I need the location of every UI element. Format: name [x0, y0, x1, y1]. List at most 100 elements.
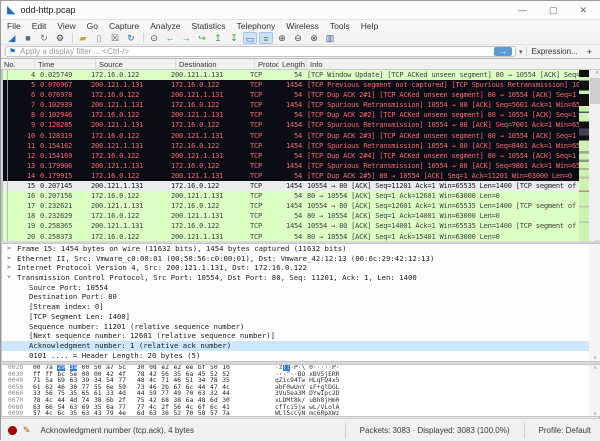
- expert-info-icon[interactable]: [8, 425, 17, 435]
- detail-line-4[interactable]: Source Port: 10554: [2, 283, 600, 293]
- hex-byte[interactable]: 70: [186, 410, 194, 416]
- zoom-reset-icon[interactable]: ⊗: [307, 32, 321, 44]
- go-last-icon[interactable]: ↧: [227, 32, 241, 44]
- menu-file[interactable]: File: [7, 21, 21, 31]
- zoom-out-icon[interactable]: ⊖: [291, 32, 305, 44]
- apply-filter-button[interactable]: →: [493, 47, 512, 56]
- hex-byte[interactable]: 74: [82, 397, 90, 404]
- hex-byte[interactable]: 58: [198, 410, 206, 416]
- hex-byte[interactable]: 57: [33, 410, 41, 416]
- menu-analyze[interactable]: Analyze: [150, 21, 180, 31]
- bookmark-icon[interactable]: ⚑: [9, 47, 16, 56]
- packet-row-11[interactable]: 11 0.154162 200.121.1.131 172.16.0.122 TCP 14…: [1, 140, 600, 151]
- packet-row-17[interactable]: 17 0.232621 200.121.1.131 172.16.0.122 TCP 14…: [1, 201, 600, 212]
- hex-byte[interactable]: 50: [210, 365, 218, 371]
- hex-byte[interactable]: 29: [57, 365, 65, 371]
- detail-line-11[interactable]: 0101 .... = Header Length: 20 bytes (5): [2, 351, 600, 361]
- menu-telephony[interactable]: Telephony: [237, 21, 276, 31]
- hex-byte[interactable]: bf: [198, 365, 206, 371]
- packet-row-7[interactable]: 7 0.102939 200.121.1.131 172.16.0.122 TCP 145…: [1, 100, 600, 111]
- detail-line-7[interactable]: [TCP Segment Len: 1400]: [2, 312, 600, 322]
- intelligent-scrollbar-minimap[interactable]: [579, 70, 589, 241]
- filter-dropdown-caret-icon[interactable]: ▾: [519, 48, 523, 56]
- hex-byte[interactable]: 00: [82, 365, 90, 371]
- hex-byte[interactable]: 7a: [45, 365, 53, 371]
- hex-byte[interactable]: 52: [173, 410, 181, 416]
- packet-row-12[interactable]: 12 0.154169 172.16.0.122 200.121.1.131 TCP 54…: [1, 150, 600, 161]
- hex-byte[interactable]: 68: [161, 397, 169, 404]
- save-file-icon[interactable]: ▯: [92, 32, 106, 44]
- menu-wireless[interactable]: Wireless: [286, 21, 319, 31]
- go-forward-icon[interactable]: →: [179, 32, 193, 44]
- hex-byte[interactable]: 50: [94, 365, 102, 371]
- hex-byte[interactable]: 08: [149, 365, 157, 371]
- packet-row-9[interactable]: 9 0.128285 200.121.1.131 172.16.0.122 TCP 145…: [1, 120, 600, 131]
- reload-file-icon[interactable]: ↻: [124, 32, 138, 44]
- menu-go[interactable]: Go: [87, 21, 98, 31]
- hex-byte[interactable]: 6a: [186, 397, 194, 404]
- hex-scroll-down-icon[interactable]: ˅: [593, 411, 597, 416]
- capture-options-icon[interactable]: ⚙: [53, 32, 67, 44]
- column-header-time[interactable]: Time: [35, 59, 96, 69]
- detail-line-10[interactable]: Acknowledgment number: 1 (relative ack n…: [2, 340, 600, 351]
- profile-status[interactable]: Profile: Default: [525, 423, 600, 438]
- hex-byte[interactable]: a7: [106, 365, 114, 371]
- detail-line-2[interactable]: > Internet Protocol Version 4, Src: 200.1…: [2, 263, 600, 273]
- go-first-icon[interactable]: ↥: [211, 32, 225, 44]
- detail-line-6[interactable]: [Stream index: 0]: [2, 302, 600, 312]
- hex-byte[interactable]: 78: [33, 397, 41, 404]
- hex-scroll-up-icon[interactable]: ˄: [593, 365, 597, 372]
- scrollbar-track[interactable]: ˄ ˅: [589, 70, 600, 241]
- open-file-icon[interactable]: ▰: [76, 32, 90, 44]
- detail-line-3[interactable]: ˅ Transmission Control Protocol, Src Port…: [2, 273, 600, 283]
- scroll-up-icon[interactable]: ˄: [595, 70, 599, 77]
- menu-capture[interactable]: Capture: [109, 21, 139, 31]
- hex-byte[interactable]: 38: [173, 397, 181, 404]
- hex-byte[interactable]: 36: [161, 410, 169, 416]
- packet-row-19[interactable]: 19 0.258365 200.121.1.131 172.16.0.122 TCP 14…: [1, 221, 600, 232]
- hex-byte[interactable]: 42: [149, 397, 157, 404]
- start-capture-icon[interactable]: ◢: [5, 32, 19, 44]
- expression-button[interactable]: Expression...: [526, 47, 581, 56]
- packet-row-15[interactable]: 15 0.207145 200.121.1.131 172.16.0.122 TCP 14…: [1, 181, 600, 192]
- colorize-icon[interactable]: ≡: [259, 32, 273, 44]
- column-header-source[interactable]: Source: [96, 59, 176, 69]
- hex-byte[interactable]: e2: [161, 365, 169, 371]
- menu-tools[interactable]: Tools: [330, 21, 350, 31]
- detail-line-1[interactable]: > Ethernet II, Src: Vmware_c0:00:01 (00:5…: [2, 254, 600, 264]
- hex-byte[interactable]: 63: [82, 410, 90, 416]
- hex-byte[interactable]: 43: [94, 410, 102, 416]
- hex-byte[interactable]: 7a: [222, 410, 230, 416]
- column-header-no[interactable]: No.: [1, 59, 35, 69]
- hex-byte[interactable]: 6d: [137, 410, 145, 416]
- hex-byte[interactable]: 4c: [45, 397, 53, 404]
- packet-row-5[interactable]: 5 0.076967 200.121.1.131 172.16.0.122 TCP 145…: [1, 80, 600, 91]
- details-scrollbar[interactable]: ˅: [589, 244, 600, 361]
- stop-capture-icon[interactable]: ■: [21, 32, 35, 44]
- hex-byte[interactable]: 63: [149, 410, 157, 416]
- hex-byte[interactable]: 6d: [210, 397, 218, 404]
- hex-byte[interactable]: 6b: [106, 397, 114, 404]
- add-filter-button[interactable]: +: [582, 47, 597, 57]
- packet-row-18[interactable]: 18 0.232629 172.16.0.122 200.121.1.131 TCP 54…: [1, 211, 600, 222]
- go-to-packet-icon[interactable]: ↪: [195, 32, 209, 44]
- go-back-icon[interactable]: ←: [163, 32, 177, 44]
- hex-byte[interactable]: e2: [173, 365, 181, 371]
- hex-byte[interactable]: 35: [70, 410, 78, 416]
- hex-byte[interactable]: ee: [186, 365, 194, 371]
- expander-icon[interactable]: ˅: [7, 273, 11, 283]
- hex-scrollbar[interactable]: ˄ ˅: [589, 365, 600, 416]
- close-file-icon[interactable]: ☒: [108, 32, 122, 44]
- detail-line-5[interactable]: Destination Port: 80: [2, 292, 600, 302]
- packet-row-14[interactable]: 14 0.179915 172.16.0.122 200.121.1.131 TCP 54…: [1, 170, 600, 182]
- hex-byte[interactable]: 30: [222, 397, 230, 404]
- detail-line-8[interactable]: Sequence number: 11201 (relative sequenc…: [2, 322, 600, 332]
- hex-byte[interactable]: 00: [33, 365, 41, 371]
- display-filter-input[interactable]: ⚑ Apply a display filter ... <Ctrl-/> →: [5, 46, 516, 57]
- hex-byte[interactable]: 4c: [45, 410, 53, 416]
- hex-byte[interactable]: 57: [210, 410, 218, 416]
- packet-row-4[interactable]: 4 0.025749 172.16.0.122 200.121.1.131 TCP 54 […: [1, 70, 600, 81]
- menu-edit[interactable]: Edit: [32, 21, 47, 31]
- resize-columns-icon[interactable]: ▥: [323, 32, 337, 44]
- menu-help[interactable]: Help: [361, 21, 378, 31]
